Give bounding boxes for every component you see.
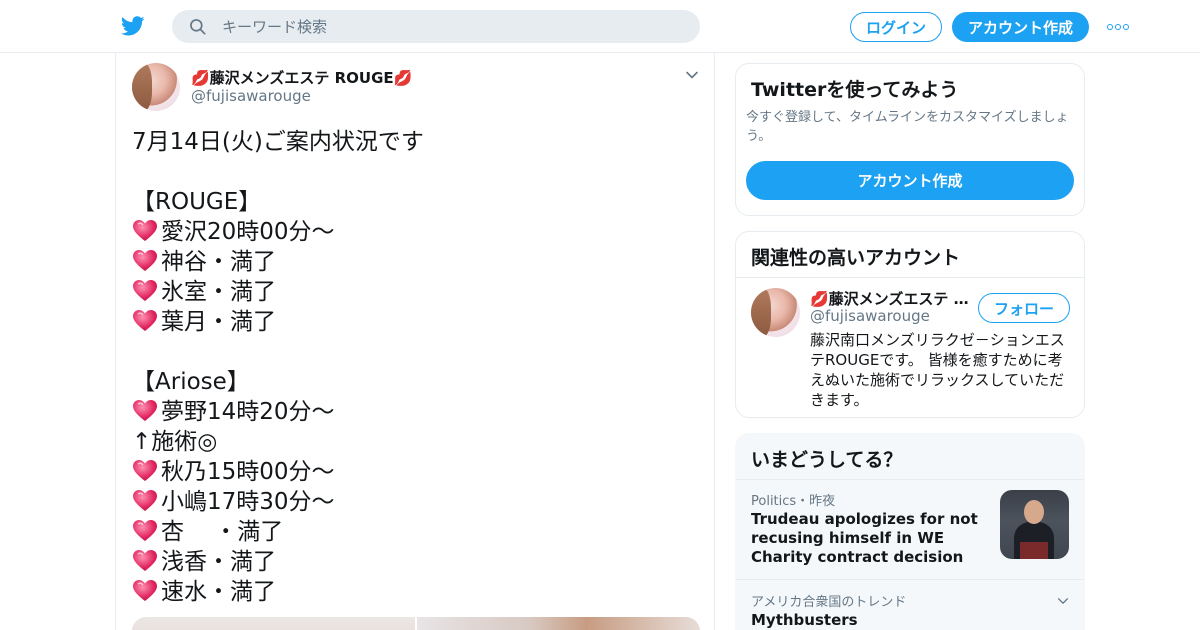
heart-icon xyxy=(132,489,158,513)
tweet-line-text: ↑施術◎ xyxy=(132,429,218,455)
tweet-line: 【ROUGE】 xyxy=(132,187,702,217)
tweet-line: 氷室・満了 xyxy=(132,277,702,307)
tweet-line: 速水・満了 xyxy=(132,577,702,607)
chevron-down-icon[interactable] xyxy=(684,67,700,83)
heart-icon xyxy=(132,309,158,333)
tweet-line: 神谷・満了 xyxy=(132,247,702,277)
search-input[interactable] xyxy=(222,10,682,43)
tweet-line: 浅香・満了 xyxy=(132,547,702,577)
heart-icon xyxy=(132,219,158,243)
tweet-line: 葉月・満了 xyxy=(132,307,702,337)
author-name[interactable]: 💋藤沢メンズエステ ROUGE💋 xyxy=(191,67,412,88)
media-image[interactable] xyxy=(417,617,700,630)
tweet-line-text: 夢野14時20分～ xyxy=(161,399,335,425)
tweet-line: 愛沢20時00分～ xyxy=(132,217,702,247)
heart-icon xyxy=(132,249,158,273)
tweet-line-text: 7月14日(火)ご案内状況です xyxy=(132,129,424,155)
tweet-line: 夢野14時20分～ xyxy=(132,397,702,427)
trend-headline[interactable]: Trudeau apologizes for not recusing hims… xyxy=(751,510,993,567)
account-bio: 藤沢南口メンズリラクゼ－ションエステROUGEです。 皆様を癒すために考えぬいた… xyxy=(810,331,1065,409)
tweet-line: 【Ariose】 xyxy=(132,367,702,397)
tweet-line-text: 神谷・満了 xyxy=(161,249,276,275)
signup-button[interactable]: アカウント作成 xyxy=(952,12,1089,42)
heart-icon xyxy=(132,549,158,573)
more-icon[interactable] xyxy=(1107,23,1129,31)
card-title: Twitterを使ってみよう xyxy=(751,79,959,101)
account-name[interactable]: 💋藤沢メンズエステ ROUGE💋 xyxy=(810,288,970,309)
tweet-line-text: 杏 ・満了 xyxy=(161,519,284,545)
tweet-line: 秋乃15時00分～ xyxy=(132,457,702,487)
heart-icon xyxy=(132,519,158,543)
tweet-line: 小嶋17時30分～ xyxy=(132,487,702,517)
twitter-bird-icon[interactable] xyxy=(120,14,146,38)
signup-card: Twitterを使ってみよう 今すぐ登録して、タイムラインをカスタマイズしましょ… xyxy=(735,63,1085,216)
divider xyxy=(736,277,1084,278)
tweet-line: 7月14日(火)ご案内状況です xyxy=(132,127,702,157)
heart-icon xyxy=(132,579,158,603)
tweet-line xyxy=(132,157,702,187)
heart-icon xyxy=(132,399,158,423)
create-account-button[interactable]: アカウント作成 xyxy=(746,161,1074,200)
tweet-line-text: 小嶋17時30分～ xyxy=(161,489,335,515)
top-bar: ログイン アカウント作成 xyxy=(0,0,1200,53)
login-button[interactable]: ログイン xyxy=(850,12,942,42)
media-image[interactable] xyxy=(132,617,415,630)
avatar[interactable] xyxy=(132,63,180,111)
card-title: いまどうしてる？ xyxy=(751,449,903,471)
author-handle[interactable]: @fujisawarouge xyxy=(191,87,311,105)
avatar[interactable] xyxy=(751,288,800,337)
search-box[interactable] xyxy=(172,10,700,43)
divider xyxy=(736,479,1084,480)
tweet-text: 7月14日(火)ご案内状況です 【ROUGE】愛沢20時00分～ 神谷・満了氷室・満… xyxy=(132,127,702,607)
tweet-line-text: 秋乃15時00分～ xyxy=(161,459,335,485)
tweet-line-text: 浅香・満了 xyxy=(161,549,276,575)
trend-name[interactable]: Mythbusters xyxy=(751,611,858,629)
trend-thumbnail[interactable] xyxy=(1000,490,1069,559)
heart-icon xyxy=(132,279,158,303)
tweet-line-text: 葉月・満了 xyxy=(161,309,276,335)
tweet-line-text: 愛沢20時00分～ xyxy=(161,219,335,245)
tweet-line-text: 【Ariose】 xyxy=(132,369,250,395)
search-icon xyxy=(190,19,206,35)
heart-icon xyxy=(132,459,158,483)
tweet-line-text: 氷室・満了 xyxy=(161,279,276,305)
card-description: 今すぐ登録して、タイムラインをカスタマイズしましょう。 xyxy=(746,110,1069,144)
follow-button[interactable]: フォロー xyxy=(978,293,1070,323)
tweet-line-text: 【ROUGE】 xyxy=(132,189,262,215)
divider xyxy=(736,579,1084,580)
trend-meta: アメリカ合衆国のトレンド xyxy=(751,595,907,610)
tweet-media[interactable] xyxy=(132,617,700,630)
trend-meta: Politics・昨夜 xyxy=(751,494,836,509)
chevron-down-icon[interactable] xyxy=(1056,594,1070,608)
related-accounts-card: 関連性の高いアカウント 💋藤沢メンズエステ ROUGE💋 @fujisawaro… xyxy=(735,231,1085,418)
trends-card: いまどうしてる？ Politics・昨夜 Trudeau apologizes … xyxy=(735,433,1085,630)
tweet-line: ↑施術◎ xyxy=(132,427,702,457)
card-title: 関連性の高いアカウント xyxy=(751,247,961,269)
tweet-line xyxy=(132,337,702,367)
account-handle[interactable]: @fujisawarouge xyxy=(810,307,930,325)
tweet-line: 杏 ・満了 xyxy=(132,517,702,547)
tweet: 💋藤沢メンズエステ ROUGE💋 @fujisawarouge 7月14日(火)… xyxy=(115,53,715,630)
tweet-line-text: 速水・満了 xyxy=(161,579,276,605)
